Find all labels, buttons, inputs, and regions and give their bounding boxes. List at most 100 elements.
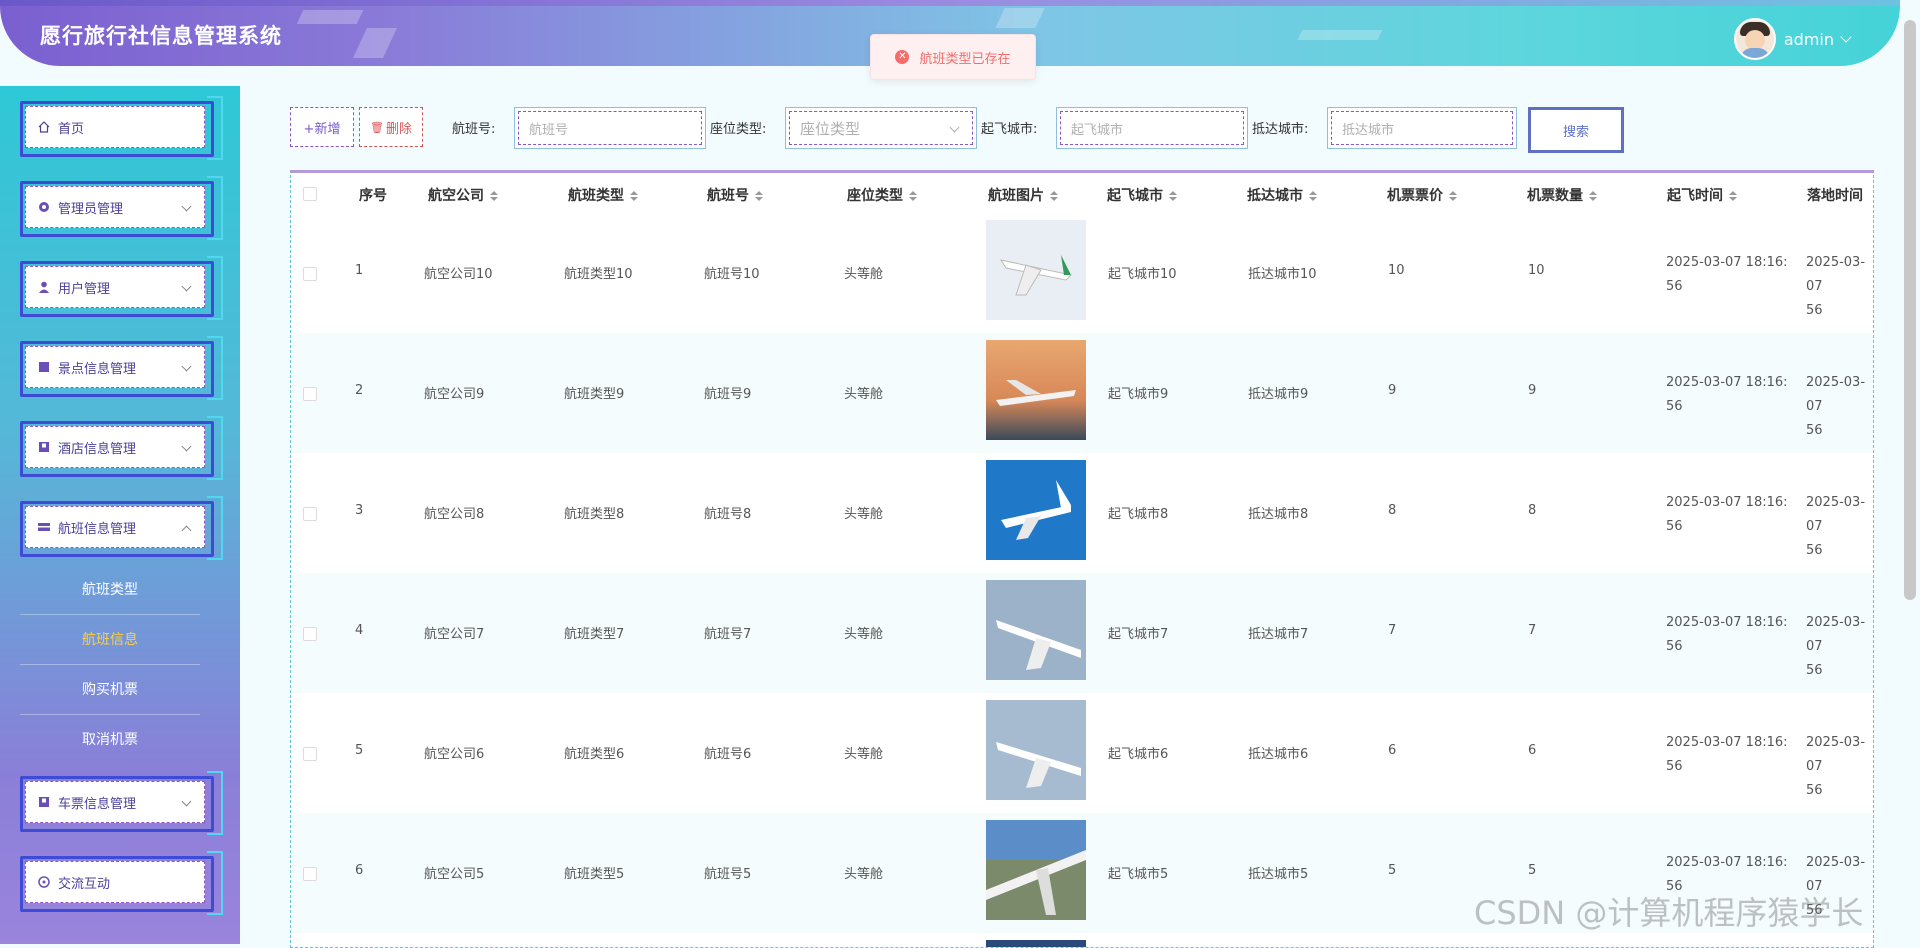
page-scrollbar[interactable] <box>1904 20 1916 600</box>
row-checkbox[interactable] <box>303 387 317 401</box>
flight-no-placeholder: 航班号 <box>518 111 702 145</box>
sidebar-item-users[interactable]: 用户管理 <box>20 256 223 320</box>
chevron-down-icon <box>181 361 192 372</box>
col-label: 机票数量 <box>1527 188 1583 204</box>
cell-arrival: 2025-03-07 56 <box>1806 251 1873 323</box>
sort-icon <box>1729 191 1737 201</box>
error-icon: ✕ <box>895 50 910 64</box>
sidebar-item-hotel[interactable]: 酒店信息管理 <box>20 416 223 480</box>
col-header-price[interactable]: 机票票价 <box>1387 185 1457 205</box>
chevron-down-icon <box>181 796 192 807</box>
time-line: 2025-03-07 18:16: <box>1666 255 1788 270</box>
delete-button-label: 删除 <box>385 121 412 137</box>
cell-no: 4 <box>355 623 364 638</box>
app-title: 愿行旅行社信息管理系统 <box>40 24 282 48</box>
cell-to: 抵达城市5 <box>1248 867 1309 882</box>
sidebar-item-admin[interactable]: 管理员管理 <box>20 176 223 240</box>
col-header-type[interactable]: 航班类型 <box>568 185 638 205</box>
chevron-down-icon <box>949 122 960 133</box>
flight-image[interactable] <box>986 820 1086 920</box>
flight-image[interactable] <box>986 460 1086 560</box>
to-city-input[interactable]: 抵达城市 <box>1327 107 1517 149</box>
cell-price: 10 <box>1388 263 1405 278</box>
table-row[interactable]: 2 航空公司9 航班类型9 航班号9 头等舱 起飞城市9 抵达城市9 9 9 2… <box>291 333 1873 453</box>
sidebar-item-home[interactable]: 首页 <box>20 96 223 160</box>
cell-price: 7 <box>1388 623 1397 638</box>
table-row[interactable]: 3 航空公司8 航班类型8 航班号8 头等舱 起飞城市8 抵达城市8 8 8 2… <box>291 453 1873 573</box>
cell-from: 起飞城市7 <box>1108 627 1169 642</box>
time-line: 2025-03-07 18:16: <box>1666 735 1788 750</box>
cell-type: 航班类型7 <box>564 627 625 642</box>
sidebar-item-chat[interactable]: 交流互动 <box>20 851 223 915</box>
seat-type-placeholder: 座位类型 <box>800 119 861 138</box>
flight-table: 序号 航空公司 航班类型 航班号 座位类型 航班图片 起飞城市 抵达城市 机票票… <box>290 170 1874 948</box>
sidebar-item-label: 景点信息管理 <box>58 361 137 377</box>
home-icon <box>38 121 50 133</box>
cell-departure: 2025-03-07 18:16: 56 <box>1666 251 1788 299</box>
table-row[interactable]: 5 航空公司6 航班类型6 航班号6 头等舱 起飞城市6 抵达城市6 6 6 2… <box>291 693 1873 813</box>
sort-icon <box>1449 191 1457 201</box>
row-checkbox[interactable] <box>303 267 317 281</box>
cell-no: 5 <box>355 743 364 758</box>
table-row[interactable]: 4 航空公司7 航班类型7 航班号7 头等舱 起飞城市7 抵达城市7 7 7 2… <box>291 573 1873 693</box>
flight-no-input[interactable]: 航班号 <box>514 107 706 149</box>
sort-icon <box>490 191 498 201</box>
row-checkbox[interactable] <box>303 627 317 641</box>
row-checkbox[interactable] <box>303 747 317 761</box>
add-button[interactable]: +新增 <box>290 107 354 147</box>
time-line: 56 <box>1666 639 1683 654</box>
user-menu[interactable]: admin <box>1733 18 1852 60</box>
col-header-seat[interactable]: 座位类型 <box>847 185 917 205</box>
col-header-image[interactable]: 航班图片 <box>988 185 1058 205</box>
cell-airline: 航空公司9 <box>424 387 485 402</box>
sort-icon <box>755 191 763 201</box>
sidebar-item-label: 用户管理 <box>58 281 111 297</box>
submenu-flight-info[interactable]: 航班信息 <box>20 616 200 665</box>
col-header-qty[interactable]: 机票数量 <box>1527 185 1597 205</box>
flight-image[interactable] <box>986 700 1086 800</box>
delete-button[interactable]: 🗑 删除 <box>359 107 423 147</box>
flight-image[interactable] <box>986 220 1086 320</box>
flight-image[interactable] <box>986 580 1086 680</box>
col-header-from[interactable]: 起飞城市 <box>1107 185 1177 205</box>
row-checkbox[interactable] <box>303 867 317 881</box>
table-row[interactable]: 1 航空公司10 航班类型10 航班号10 头等舱 起飞城市10 抵达城市10 … <box>291 213 1873 333</box>
header-decoration <box>296 10 364 24</box>
sidebar-item-scenic[interactable]: 景点信息管理 <box>20 336 223 400</box>
cell-departure: 2025-03-07 18:16: 56 <box>1666 731 1788 779</box>
cell-airline: 航空公司6 <box>424 747 485 762</box>
search-button[interactable]: 搜索 <box>1528 107 1624 153</box>
cell-arrival: 2025-03-07 56 <box>1806 491 1873 563</box>
sidebar-item-label: 交流互动 <box>58 876 111 892</box>
cell-to: 抵达城市7 <box>1248 627 1309 642</box>
row-checkbox[interactable] <box>303 507 317 521</box>
cell-from: 起飞城市10 <box>1108 267 1177 282</box>
submenu-buy-ticket[interactable]: 购买机票 <box>20 666 200 715</box>
sidebar-item-ticket[interactable]: 车票信息管理 <box>20 771 223 835</box>
submenu-flight-type[interactable]: 航班类型 <box>20 566 200 615</box>
cell-seat: 头等舱 <box>844 627 884 642</box>
col-header-airline[interactable]: 航空公司 <box>428 185 498 205</box>
cell-type: 航班类型10 <box>564 267 633 282</box>
col-header-flight-no[interactable]: 航班号 <box>707 185 763 205</box>
sidebar-item-flight[interactable]: 航班信息管理 <box>20 496 223 560</box>
col-label: 航空公司 <box>428 188 484 204</box>
seat-type-select[interactable]: 座位类型 <box>785 107 977 149</box>
col-label: 起飞时间 <box>1667 188 1723 204</box>
cell-seat: 头等舱 <box>844 387 884 402</box>
sort-icon <box>1050 191 1058 201</box>
from-city-input[interactable]: 起飞城市 <box>1056 107 1248 149</box>
hotel-icon <box>39 442 49 452</box>
submenu-cancel-ticket[interactable]: 取消机票 <box>20 716 200 764</box>
user-icon <box>39 281 49 293</box>
cell-price: 8 <box>1388 503 1397 518</box>
time-line: 2025-03-07 18:16: <box>1666 855 1788 870</box>
flight-image[interactable] <box>986 340 1086 440</box>
time-line: 2025-03-07 <box>1806 255 1866 294</box>
col-header-departure[interactable]: 起飞时间 <box>1667 185 1737 205</box>
col-header-to[interactable]: 抵达城市 <box>1247 185 1317 205</box>
select-all-checkbox[interactable] <box>303 187 317 201</box>
cell-departure: 2025-03-07 18:16: 56 <box>1666 371 1788 419</box>
flight-image[interactable] <box>986 940 1086 947</box>
cell-no: 3 <box>355 503 364 518</box>
